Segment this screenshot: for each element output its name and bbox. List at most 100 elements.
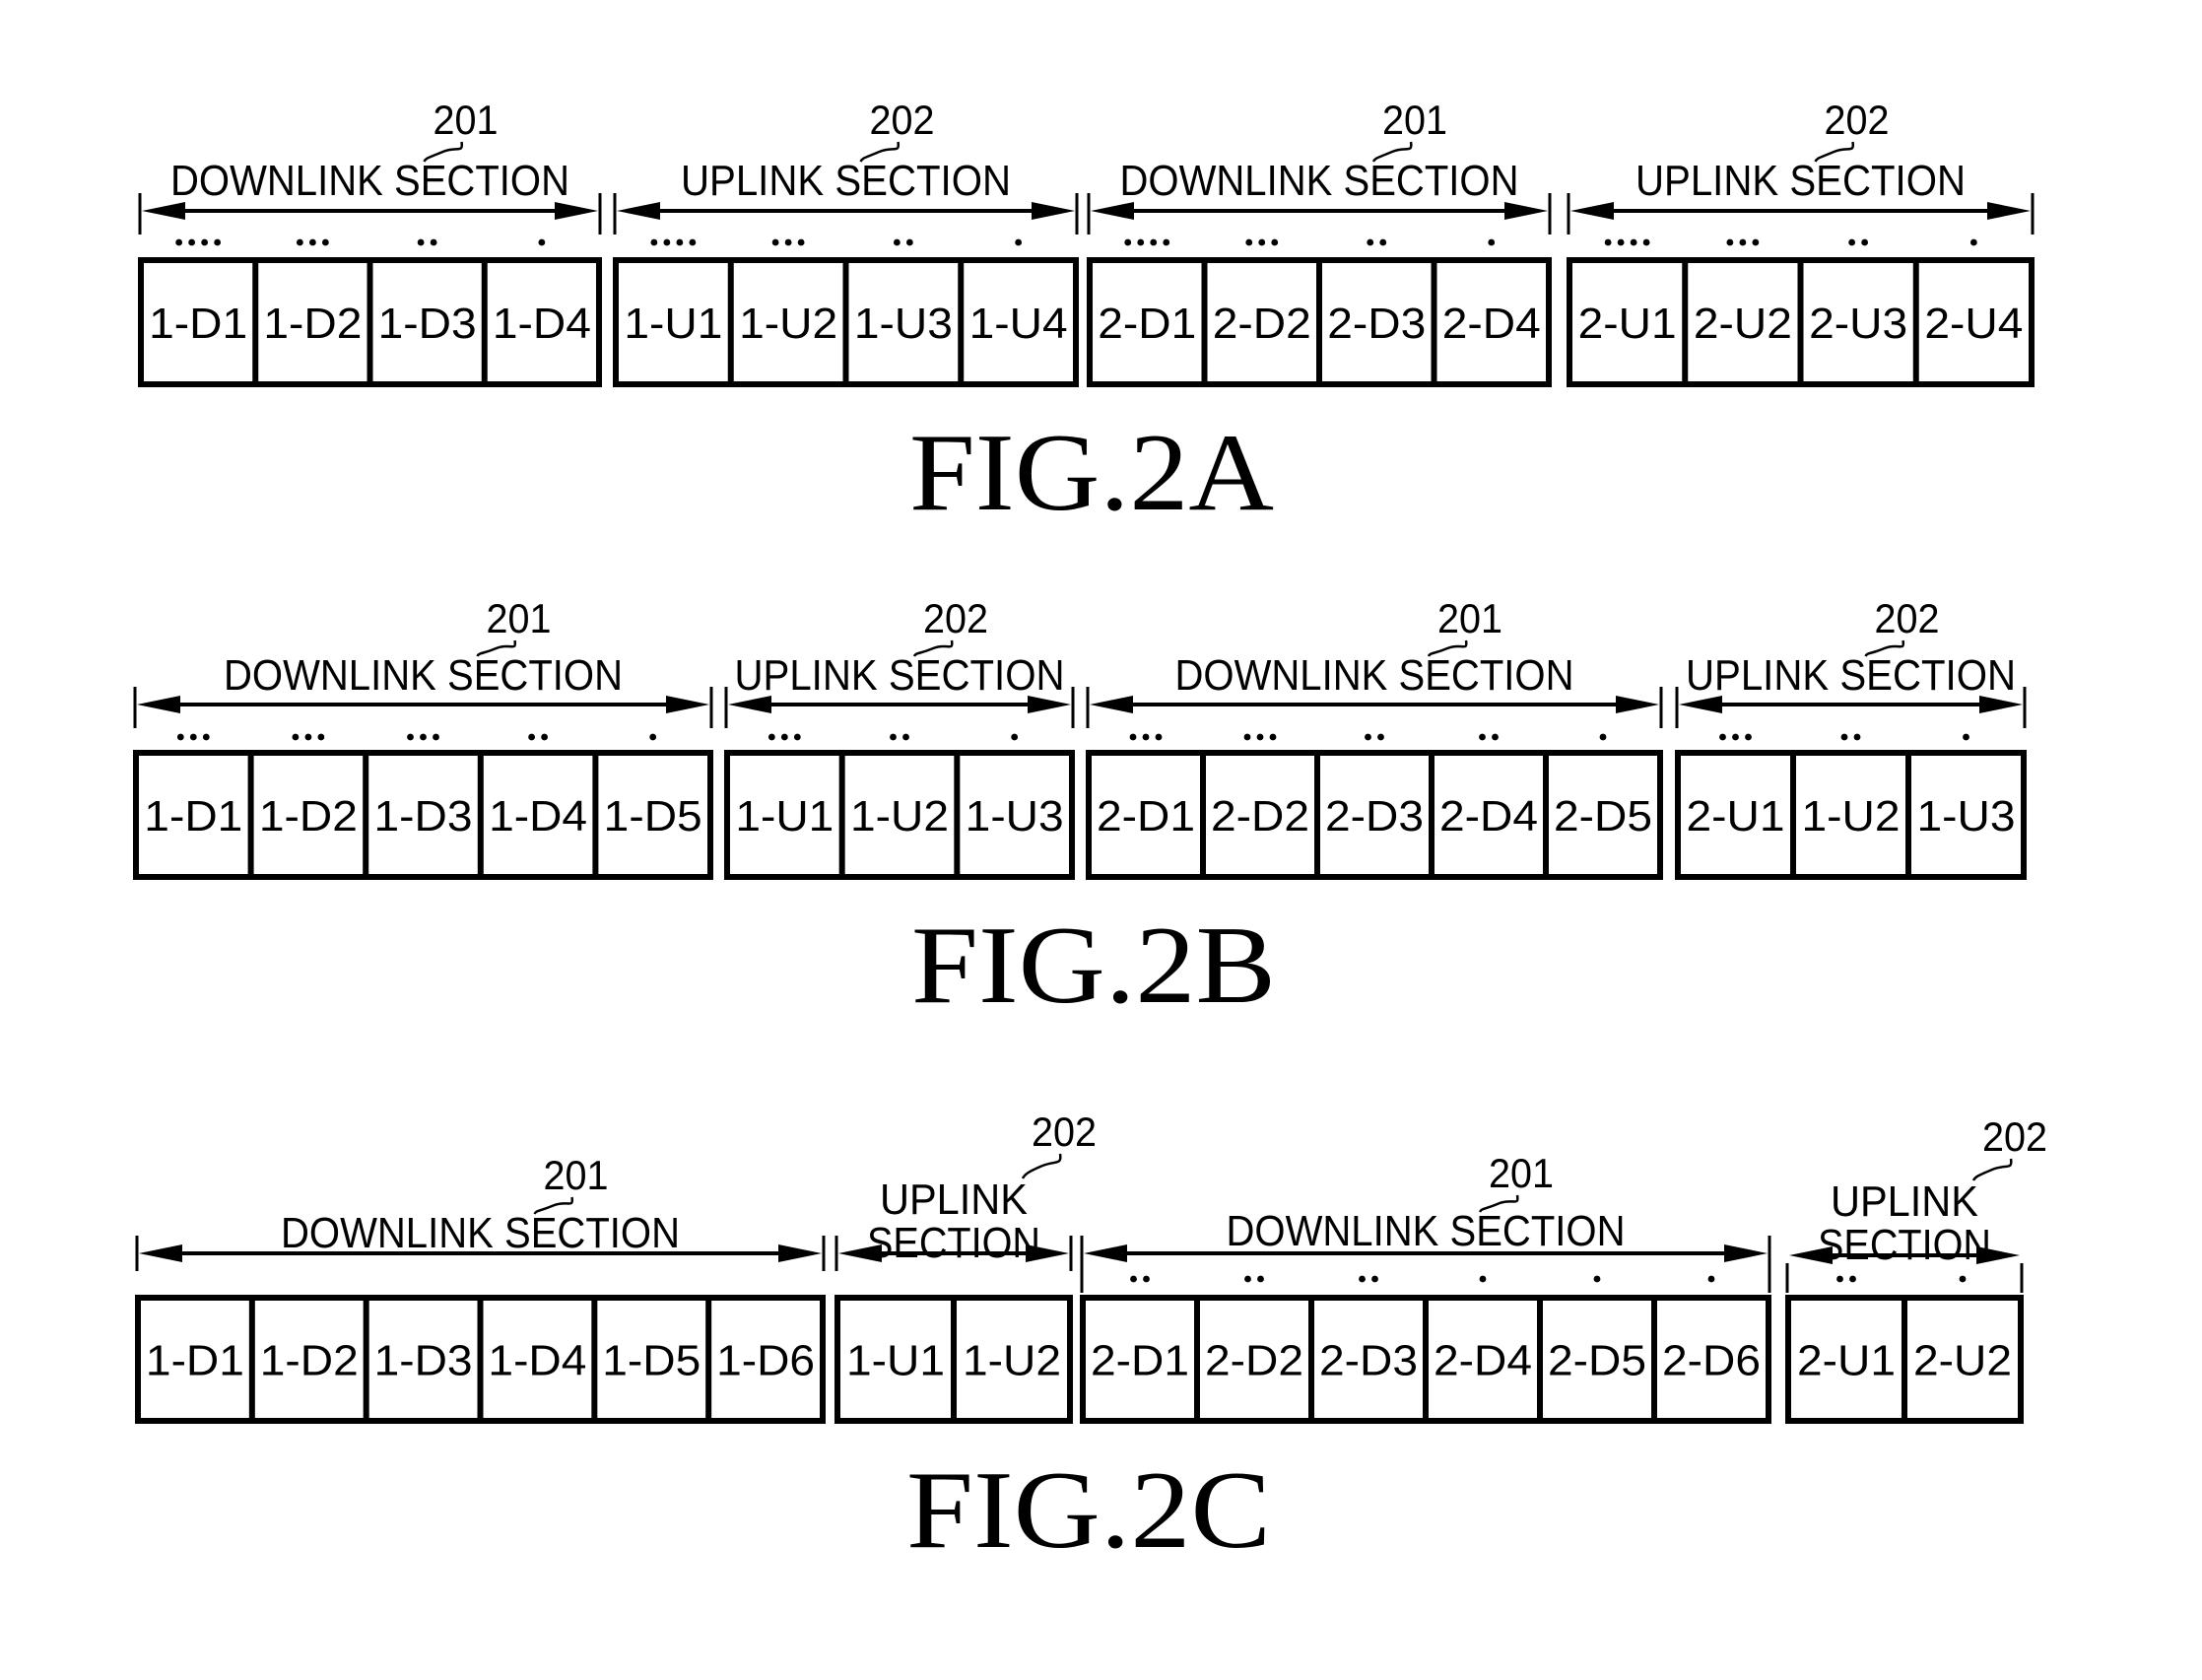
priority-dot bbox=[663, 238, 671, 246]
reference-numeral-202: 202 bbox=[1982, 1113, 2047, 1160]
slot-cell-2-u2: 2-U2 bbox=[1694, 300, 1792, 348]
figure-fig-2b: 1-D1 1-D2 1-D3 1-D4 1-D5DOWNLINK SECTION2011… bbox=[133, 595, 2027, 1027]
priority-dot bbox=[1163, 238, 1170, 246]
priority-dot bbox=[407, 733, 414, 741]
priority-dot bbox=[1752, 238, 1760, 246]
slot-cell-1-d2: 1-D2 bbox=[259, 792, 358, 840]
uplink-section-block: 2-U1 2-U2 UPLINKSECTION 202 bbox=[1785, 1113, 2047, 1424]
priority-dot bbox=[1245, 238, 1253, 246]
priority-dot bbox=[1840, 733, 1848, 741]
slot-cell-1-d1: 1-D1 bbox=[149, 300, 247, 348]
priority-dot bbox=[767, 733, 775, 741]
slot-cell-2-d1: 2-D1 bbox=[1097, 792, 1195, 840]
uplink-section-block: 1-U1 1-U2 UPLINKSECTION 202 bbox=[834, 1109, 1097, 1424]
downlink-section-label: DOWNLINK SECTION bbox=[224, 651, 623, 700]
priority-dot bbox=[1719, 733, 1726, 741]
uplink-section-block: 1-U1 1-U2 1-U3 UPLINK SECTION 202 bbox=[724, 595, 1075, 880]
uplink-section-block: 1-U1 1-U2 1-U3 1-U4 UPLINK SECTION 202 bbox=[613, 97, 1079, 387]
priority-dot bbox=[1143, 1275, 1150, 1283]
slot-cell-1-d2: 1-D2 bbox=[260, 1337, 359, 1385]
priority-dot bbox=[650, 238, 658, 246]
priority-dot bbox=[1836, 1275, 1843, 1283]
priority-dot bbox=[175, 238, 183, 246]
reference-numeral-202: 202 bbox=[1032, 1109, 1097, 1155]
priority-dot bbox=[797, 238, 805, 246]
priority-dot bbox=[1726, 238, 1734, 246]
slot-cell-1-d4: 1-D4 bbox=[489, 792, 587, 840]
slot-cell-2-d3: 2-D3 bbox=[1327, 300, 1426, 348]
downlink-section-label: DOWNLINK SECTION bbox=[1175, 651, 1574, 700]
priority-dot bbox=[321, 238, 329, 246]
priority-dot bbox=[1745, 733, 1752, 741]
slot-cell-1-d4: 1-D4 bbox=[493, 300, 591, 348]
priority-dot bbox=[1492, 733, 1499, 741]
reference-numeral-201: 201 bbox=[1437, 595, 1502, 641]
priority-dot bbox=[1155, 733, 1163, 741]
arrowhead-right-icon bbox=[666, 696, 709, 713]
downlink-section-label: DOWNLINK SECTION bbox=[281, 1209, 680, 1257]
priority-dot bbox=[1479, 733, 1486, 741]
arrowhead-left-icon bbox=[1084, 1244, 1127, 1262]
priority-dot bbox=[202, 733, 210, 741]
priority-dot bbox=[1367, 238, 1374, 246]
slot-cell-1-u2: 1-U2 bbox=[850, 792, 949, 840]
slot-cell-2-d1: 2-D1 bbox=[1091, 1337, 1189, 1385]
reference-numeral-201: 201 bbox=[434, 97, 499, 143]
priority-dot bbox=[676, 238, 684, 246]
priority-dot bbox=[189, 733, 197, 741]
slot-cell-2-u1: 2-U1 bbox=[1687, 792, 1785, 840]
priority-dot bbox=[793, 733, 801, 741]
slot-cell-1-u2: 1-U2 bbox=[1802, 792, 1901, 840]
priority-dot bbox=[176, 733, 184, 741]
priority-dot bbox=[1257, 1275, 1264, 1283]
priority-dot bbox=[1142, 733, 1150, 741]
arrowhead-left-icon bbox=[1570, 202, 1614, 220]
slot-cell-1-u3: 1-U3 bbox=[1917, 792, 2016, 840]
slot-cell-1-d6: 1-D6 bbox=[716, 1337, 815, 1385]
reference-leader-line bbox=[1021, 1153, 1062, 1179]
priority-dot bbox=[1630, 238, 1637, 246]
slot-cell-2-d3: 2-D3 bbox=[1325, 792, 1424, 840]
arrowhead-left-icon bbox=[139, 1244, 182, 1262]
priority-dot bbox=[317, 733, 325, 741]
priority-dot bbox=[1853, 733, 1861, 741]
slot-cell-1-d3: 1-D3 bbox=[374, 1337, 473, 1385]
priority-dot bbox=[292, 733, 300, 741]
downlink-section-block: 2-D1 2-D2 2-D3 2-D4 2-D5 2-D6 DOWNLINK SECTION… bbox=[1080, 1150, 1771, 1424]
slot-cell-1-d4: 1-D4 bbox=[488, 1337, 586, 1385]
priority-dot bbox=[308, 238, 316, 246]
slot-cell-2-d4: 2-D4 bbox=[1434, 1337, 1532, 1385]
priority-dot bbox=[1365, 733, 1371, 741]
priority-dot bbox=[771, 238, 779, 246]
priority-dot bbox=[1379, 238, 1387, 246]
slot-cell-2-u4: 2-U4 bbox=[1924, 300, 2023, 348]
priority-dot bbox=[1604, 238, 1612, 246]
reference-numeral-201: 201 bbox=[1489, 1150, 1554, 1196]
arrowhead-right-icon bbox=[778, 1244, 822, 1262]
reference-numeral-202: 202 bbox=[870, 97, 935, 143]
priority-dot bbox=[1959, 1275, 1967, 1283]
priority-dot bbox=[1707, 1275, 1715, 1283]
slot-cell-1-d3: 1-D3 bbox=[378, 300, 477, 348]
slot-cell-2-u1: 2-U1 bbox=[1797, 1337, 1896, 1385]
priority-dot bbox=[1593, 1275, 1601, 1283]
figure-caption: FIG.2C bbox=[906, 1449, 1271, 1572]
priority-dot bbox=[1963, 733, 1969, 741]
slot-cell-1-u1: 1-U1 bbox=[846, 1337, 945, 1385]
priority-dot bbox=[214, 238, 222, 246]
priority-dot bbox=[1137, 238, 1145, 246]
uplink-section-label: UPLINK SECTION bbox=[735, 651, 1065, 700]
priority-dot bbox=[201, 238, 209, 246]
priority-dot bbox=[1124, 238, 1132, 246]
slot-cell-2-d2: 2-D2 bbox=[1213, 300, 1311, 348]
slot-cell-1-u3: 1-U3 bbox=[966, 792, 1064, 840]
priority-dot bbox=[541, 733, 548, 741]
priority-dot bbox=[893, 238, 901, 246]
priority-dot bbox=[1015, 238, 1023, 246]
slot-cell-1-d1: 1-D1 bbox=[144, 792, 242, 840]
priority-dot bbox=[905, 238, 913, 246]
downlink-section-block: 1-D1 1-D2 1-D3 1-D4 1-D5 1-D6 DOWNLINK SECTION… bbox=[135, 1152, 826, 1424]
figure-caption: FIG.2A bbox=[909, 412, 1274, 534]
priority-dot bbox=[1011, 733, 1019, 741]
priority-dot bbox=[188, 238, 196, 246]
